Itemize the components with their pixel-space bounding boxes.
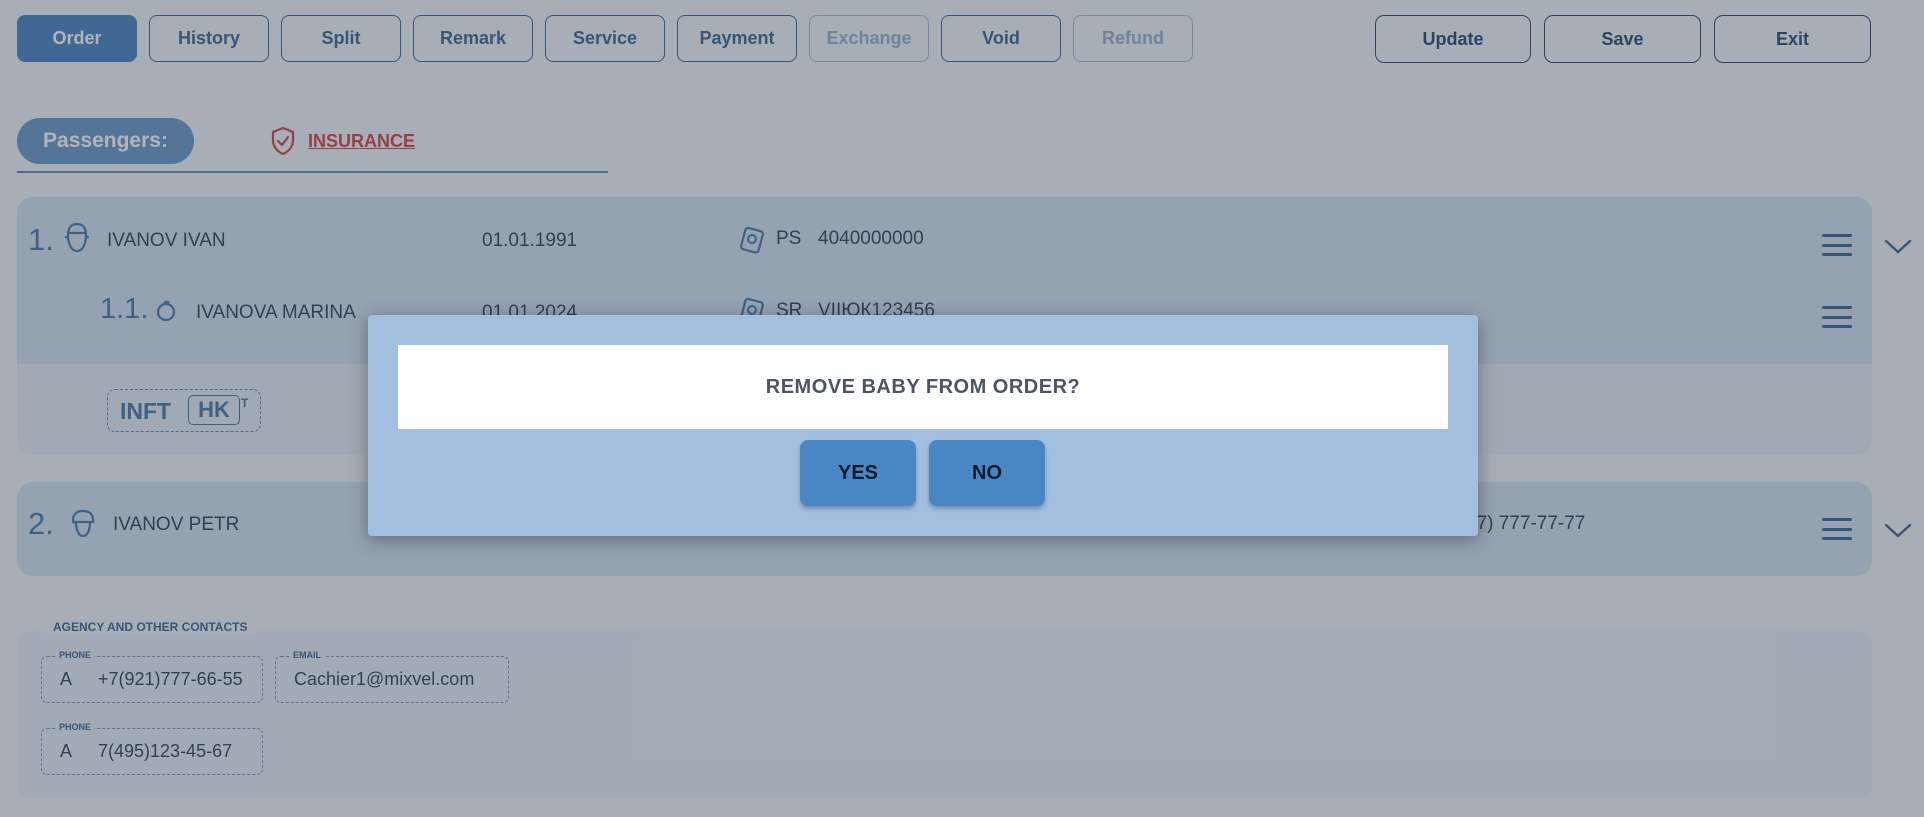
dialog-message: REMOVE BABY FROM ORDER?	[398, 345, 1448, 429]
confirm-dialog: REMOVE BABY FROM ORDER? YES NO	[368, 315, 1478, 536]
no-button[interactable]: NO	[929, 440, 1045, 506]
yes-button[interactable]: YES	[800, 440, 916, 506]
